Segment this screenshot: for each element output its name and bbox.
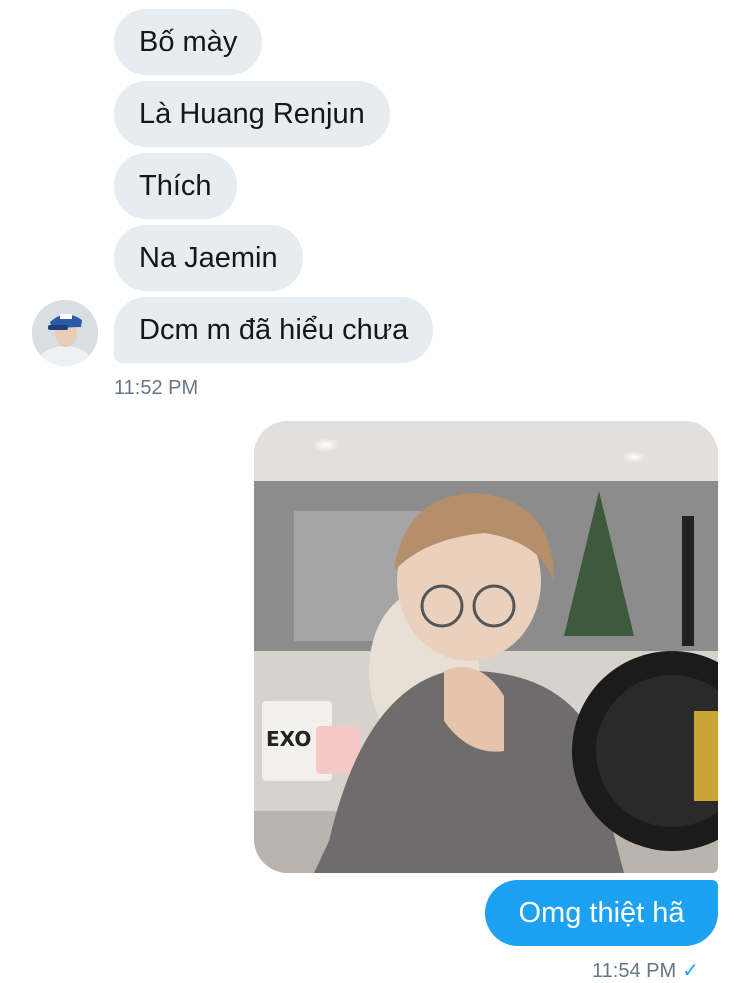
message-text: Na Jaemin [139, 242, 278, 274]
photo-box-label: EXO [266, 727, 311, 751]
message-text: Omg thiệt hã [518, 897, 685, 929]
message-text: Dcm m đã hiểu chưa [139, 314, 409, 346]
checkmark-icon: ✓ [682, 960, 699, 982]
incoming-message[interactable]: Là Huang Renjun [114, 81, 390, 147]
outgoing-message[interactable]: Omg thiệt hã [485, 880, 718, 946]
sender-avatar[interactable] [32, 300, 98, 366]
message-timestamp: 11:52 PM [114, 377, 199, 399]
timestamp-text: 11:54 PM [592, 960, 677, 982]
avatar-image [32, 300, 98, 366]
message-timestamp: 11:54 PM ✓ [592, 958, 699, 983]
incoming-message[interactable]: Bố mày [114, 9, 263, 75]
photo-image: EXO [254, 421, 718, 873]
incoming-message[interactable]: Dcm m đã hiểu chưa [114, 297, 434, 363]
sent-photo[interactable]: EXO [254, 421, 718, 873]
message-text: Là Huang Renjun [139, 98, 365, 130]
message-text: Bố mày [139, 26, 238, 58]
incoming-message[interactable]: Thích [114, 153, 237, 219]
message-text: Thích [139, 170, 212, 202]
incoming-message[interactable]: Na Jaemin [114, 225, 303, 291]
